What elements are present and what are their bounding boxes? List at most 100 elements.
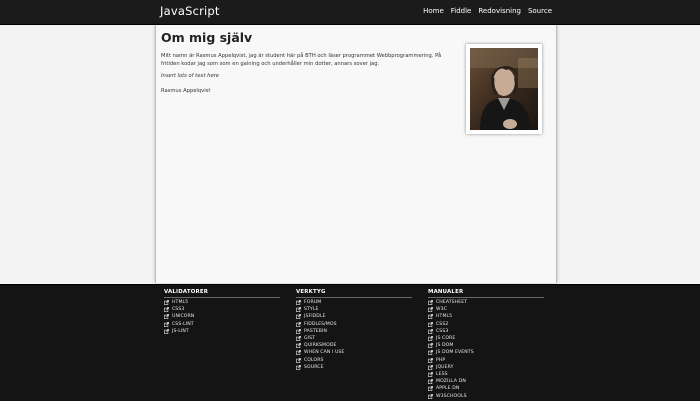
nav-link-source[interactable]: Source	[528, 7, 552, 15]
external-link-icon	[428, 300, 433, 305]
footer-heading: MANUALER	[428, 289, 544, 298]
footer-link[interactable]: JS DOM EVENTS	[428, 350, 474, 355]
nav-link-home[interactable]: Home	[423, 7, 444, 15]
external-link-icon	[428, 379, 433, 385]
footer-link[interactable]: HTML5	[164, 300, 188, 305]
main-content: Om mig själv Mitt namn är Rasmus Appelqv…	[155, 25, 557, 283]
left-gutter	[0, 25, 155, 283]
list-item: STYLE	[296, 306, 412, 313]
footer-link[interactable]: JQUERY	[428, 365, 454, 370]
main-nav: Home Fiddle Redovisning Source	[423, 7, 552, 15]
list-item: COLORS	[296, 357, 412, 364]
footer-link[interactable]: LESS	[428, 372, 448, 377]
footer-link[interactable]: W3C	[428, 307, 447, 312]
footer-link[interactable]: CHEATSHEET	[428, 300, 467, 305]
list-item: JS DOM EVENTS	[428, 349, 544, 356]
list-item: APPLE DN	[428, 385, 544, 392]
external-link-icon	[296, 357, 301, 363]
footer-link[interactable]: STYLE	[296, 307, 319, 312]
list-item: CSS3	[428, 328, 544, 335]
footer-link[interactable]: JS CORE	[428, 336, 455, 341]
top-navbar: JavaScript Home Fiddle Redovisning Sourc…	[0, 0, 700, 25]
placeholder-text: Insert lots of text here	[161, 73, 219, 79]
external-link-icon	[428, 386, 433, 392]
footer: VALIDATORER HTML5 CSS3 UNICORN CSS-LINT …	[0, 284, 700, 401]
footer-link[interactable]: JSFIDDLE	[296, 314, 326, 319]
footer-link[interactable]: HTML5	[428, 314, 452, 319]
external-link-icon	[164, 307, 169, 313]
footer-link[interactable]: CSS-LINT	[164, 322, 194, 327]
footer-link[interactable]: FIDDLES/MOS	[296, 322, 337, 327]
list-item: CSS3	[164, 306, 280, 313]
list-item: W3C	[428, 306, 544, 313]
footer-column-verktyg: VERKTYG FORUM STYLE JSFIDDLE FIDDLES/MOS…	[296, 289, 412, 371]
footer-link[interactable]: W3SCHOOLS	[428, 394, 467, 399]
nav-link-redovisning[interactable]: Redovisning	[478, 7, 521, 15]
external-link-icon	[428, 364, 433, 370]
list-item: QUIRKSMODE	[296, 342, 412, 349]
list-item: JS CORE	[428, 335, 544, 342]
external-link-icon	[296, 307, 301, 313]
list-item: HTML5	[164, 299, 280, 306]
intro-paragraph: Mitt namn är Rasmus Appelqvist, jag är s…	[161, 53, 442, 67]
footer-link[interactable]: WHEN CAN I USE	[296, 350, 344, 355]
list-item: CSS-LINT	[164, 321, 280, 328]
external-link-icon	[428, 328, 433, 334]
footer-link[interactable]: MOZILLA DN	[428, 379, 466, 384]
list-item: SOURCE	[296, 364, 412, 371]
external-link-icon	[296, 328, 301, 334]
footer-link[interactable]: CSS3	[428, 329, 448, 334]
profile-photo-frame	[466, 44, 542, 134]
footer-link[interactable]: JS DOM	[428, 343, 453, 348]
external-link-icon	[428, 343, 433, 349]
list-item: W3SCHOOLS	[428, 392, 544, 399]
list-item: GIST	[296, 335, 412, 342]
footer-link[interactable]: COLORS	[296, 358, 324, 363]
external-link-icon	[296, 350, 301, 356]
brand-link[interactable]: JavaScript	[160, 4, 220, 18]
nav-link-fiddle[interactable]: Fiddle	[451, 7, 472, 15]
footer-link[interactable]: APPLE DN	[428, 386, 459, 391]
list-item: PASTEBIN	[296, 328, 412, 335]
external-link-icon	[164, 321, 169, 327]
footer-link[interactable]: GIST	[296, 336, 315, 341]
right-gutter	[557, 25, 700, 283]
external-link-icon	[428, 336, 433, 341]
footer-link[interactable]: SOURCE	[296, 365, 324, 370]
list-item: WHEN CAN I USE	[296, 349, 412, 356]
footer-link[interactable]: PHP	[428, 358, 445, 363]
footer-heading: VALIDATORER	[164, 289, 280, 298]
footer-link[interactable]: QUIRKSMODE	[296, 343, 336, 348]
list-item: JSFIDDLE	[296, 313, 412, 320]
external-link-icon	[164, 328, 169, 334]
external-link-icon	[428, 321, 433, 327]
external-link-icon	[428, 307, 433, 313]
external-link-icon	[428, 314, 433, 320]
list-item: FIDDLES/MOS	[296, 321, 412, 328]
list-item: JQUERY	[428, 364, 544, 371]
external-link-icon	[164, 314, 169, 320]
footer-link[interactable]: CSS2	[428, 322, 448, 327]
list-item: UNICORN	[164, 313, 280, 320]
footer-link[interactable]: JS-LINT	[164, 329, 189, 334]
footer-link[interactable]: FORUM	[296, 300, 321, 305]
footer-link[interactable]: PASTEBIN	[296, 329, 327, 334]
external-link-icon	[296, 336, 301, 341]
list-item: JS DOM	[428, 342, 544, 349]
list-item: LESS	[428, 371, 544, 378]
footer-link[interactable]: CSS3	[164, 307, 184, 312]
footer-heading: VERKTYG	[296, 289, 412, 298]
external-link-icon	[428, 372, 433, 377]
list-item: FORUM	[296, 299, 412, 306]
footer-link[interactable]: UNICORN	[164, 314, 194, 319]
external-link-icon	[428, 350, 433, 356]
page-title: Om mig själv	[161, 30, 253, 45]
list-item: CSS2	[428, 321, 544, 328]
list-item: MOZILLA DN	[428, 378, 544, 385]
external-link-icon	[296, 364, 301, 370]
external-link-icon	[296, 321, 301, 327]
external-link-icon	[428, 357, 433, 363]
list-item: HTML5	[428, 313, 544, 320]
external-link-icon	[296, 343, 301, 349]
signature-text: Rasmus Appelqvist	[161, 88, 211, 94]
